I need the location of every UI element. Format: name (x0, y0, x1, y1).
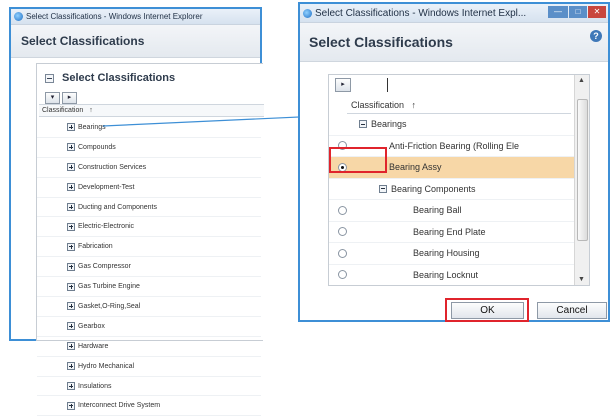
scroll-up-icon[interactable]: ▲ (578, 77, 585, 84)
tree-item-label: Hydro Mechanical (78, 362, 135, 370)
tree-item-label: Hardware (78, 342, 109, 350)
tree-row-label: Bearing Ball (413, 205, 462, 216)
close-button[interactable]: ✕ (588, 6, 606, 18)
right-column-header[interactable]: Classification ↑ (347, 97, 571, 114)
expand-plus-icon[interactable] (67, 342, 75, 351)
radio-button[interactable] (338, 162, 347, 172)
vertical-scrollbar[interactable]: ▲ ▼ (574, 75, 589, 285)
collapse-minus-icon[interactable] (359, 120, 367, 129)
right-column-header-label: Classification (351, 100, 405, 110)
radio-button[interactable] (338, 248, 347, 258)
tree-item[interactable]: Insulations (37, 377, 261, 397)
tree-item[interactable]: Interconnect Drive System (37, 396, 261, 416)
collapse-all-button[interactable]: ▸ (335, 78, 351, 92)
tree-row[interactable]: Bearing Components (329, 179, 575, 200)
sort-arrow-icon: ↑ (411, 100, 417, 110)
cancel-button[interactable]: Cancel (537, 302, 607, 319)
tree-item-label: Insulations (78, 382, 112, 390)
tree-row-label: Bearing Components (391, 183, 476, 194)
ie-icon (303, 8, 312, 18)
tree-row-label: Bearing Housing (413, 248, 480, 259)
tree-row-label: Bearing Locknut (413, 269, 479, 280)
scroll-down-icon[interactable]: ▼ (578, 276, 585, 283)
collapse-minus-icon[interactable] (379, 184, 387, 193)
minimize-button[interactable]: — (548, 6, 568, 18)
tree-row-label: Anti-Friction Bearing (Rolling Ele (389, 140, 520, 151)
expand-plus-icon[interactable] (67, 362, 75, 371)
right-page-title: Select Classifications (300, 23, 608, 62)
tree-row[interactable]: Bearing End Plate (329, 222, 575, 243)
right-window-title: Select Classifications - Windows Interne… (315, 7, 527, 19)
tree-row[interactable]: Bearings (329, 114, 575, 136)
right-window: Select Classifications - Windows Interne… (298, 2, 610, 322)
filter-input-caret[interactable] (387, 78, 388, 92)
tree-row[interactable]: Bearing Locknut (329, 265, 575, 286)
tree-row-label: Bearings (371, 119, 407, 130)
tree-row-label: Bearing End Plate (413, 226, 486, 237)
help-icon[interactable]: ? (590, 30, 602, 42)
right-classification-panel: ▸ Classification ↑ Bearings Anti-Friction… (328, 74, 590, 286)
radio-button[interactable] (338, 205, 347, 215)
tree-row[interactable]: Anti-Friction Bearing (Rolling Ele (329, 136, 575, 157)
expand-plus-icon[interactable] (67, 401, 75, 410)
tree-item[interactable]: Hydro Mechanical (37, 357, 261, 377)
tree-row-label: Bearing Assy (389, 162, 442, 173)
ok-button[interactable]: OK (451, 302, 524, 319)
expand-plus-icon[interactable] (67, 382, 75, 391)
tree-item-label: Interconnect Drive System (78, 402, 161, 410)
maximize-button[interactable]: □ (569, 6, 587, 18)
scroll-thumb[interactable] (577, 99, 588, 241)
right-header-text: Select Classifications (309, 34, 453, 50)
right-tree-list: Bearings Anti-Friction Bearing (Rolling E… (329, 114, 575, 286)
tree-row[interactable]: Bearing Housing (329, 243, 575, 265)
tree-row[interactable]: Bearing Ball (329, 200, 575, 222)
tree-row[interactable]: Bearing Assy (329, 157, 575, 179)
